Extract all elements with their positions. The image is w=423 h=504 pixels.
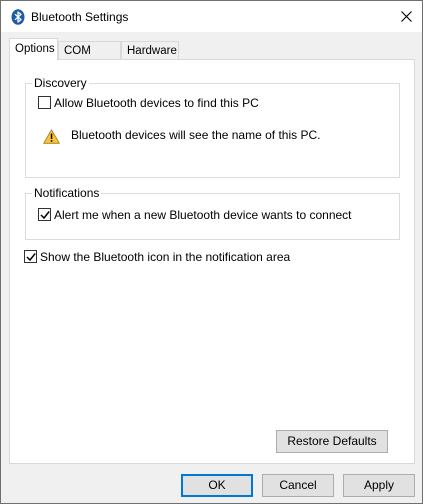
bluetooth-settings-dialog: Bluetooth Settings Options COM Ports Har… [0, 0, 423, 504]
tab-com-ports[interactable]: COM Ports [58, 41, 121, 76]
title-bar: Bluetooth Settings [1, 1, 422, 32]
ok-button[interactable]: OK [181, 474, 253, 497]
show-bluetooth-icon-label: Show the Bluetooth icon in the notificat… [40, 250, 291, 264]
tab-options[interactable]: Options [9, 38, 58, 60]
cancel-button[interactable]: Cancel [262, 474, 334, 497]
alert-new-device-box[interactable] [38, 208, 51, 221]
close-icon [401, 11, 412, 22]
allow-discovery-label: Allow Bluetooth devices to find this PC [54, 96, 259, 110]
discovery-group: Discovery Allow Bluetooth devices to fin… [25, 76, 400, 178]
show-bluetooth-icon-checkbox[interactable]: Show the Bluetooth icon in the notificat… [24, 249, 314, 265]
close-button[interactable] [392, 1, 422, 32]
warning-icon [43, 129, 60, 144]
allow-discovery-checkbox[interactable]: Allow Bluetooth devices to find this PC [38, 95, 298, 111]
tab-hardware[interactable]: Hardware [121, 41, 179, 60]
checkmark-icon [26, 253, 36, 262]
show-bluetooth-icon-box[interactable] [24, 250, 37, 263]
notifications-legend: Notifications [32, 186, 102, 200]
restore-defaults-button[interactable]: Restore Defaults [276, 430, 388, 453]
alert-new-device-label: Alert me when a new Bluetooth device wan… [54, 208, 352, 222]
bluetooth-icon [11, 9, 25, 25]
options-panel: Discovery Allow Bluetooth devices to fin… [9, 59, 415, 464]
tab-options-label: Options [15, 43, 55, 55]
discovery-warning-text: Bluetooth devices will see the name of t… [71, 128, 321, 142]
window-title: Bluetooth Settings [31, 10, 129, 24]
tab-hardware-label: Hardware [127, 45, 177, 57]
notifications-group: Notifications Alert me when a new Blueto… [25, 186, 400, 240]
apply-button[interactable]: Apply [343, 474, 415, 497]
discovery-legend: Discovery [32, 76, 89, 90]
allow-discovery-box[interactable] [38, 96, 51, 109]
checkmark-icon [40, 211, 50, 220]
alert-new-device-checkbox[interactable]: Alert me when a new Bluetooth device wan… [38, 207, 368, 223]
